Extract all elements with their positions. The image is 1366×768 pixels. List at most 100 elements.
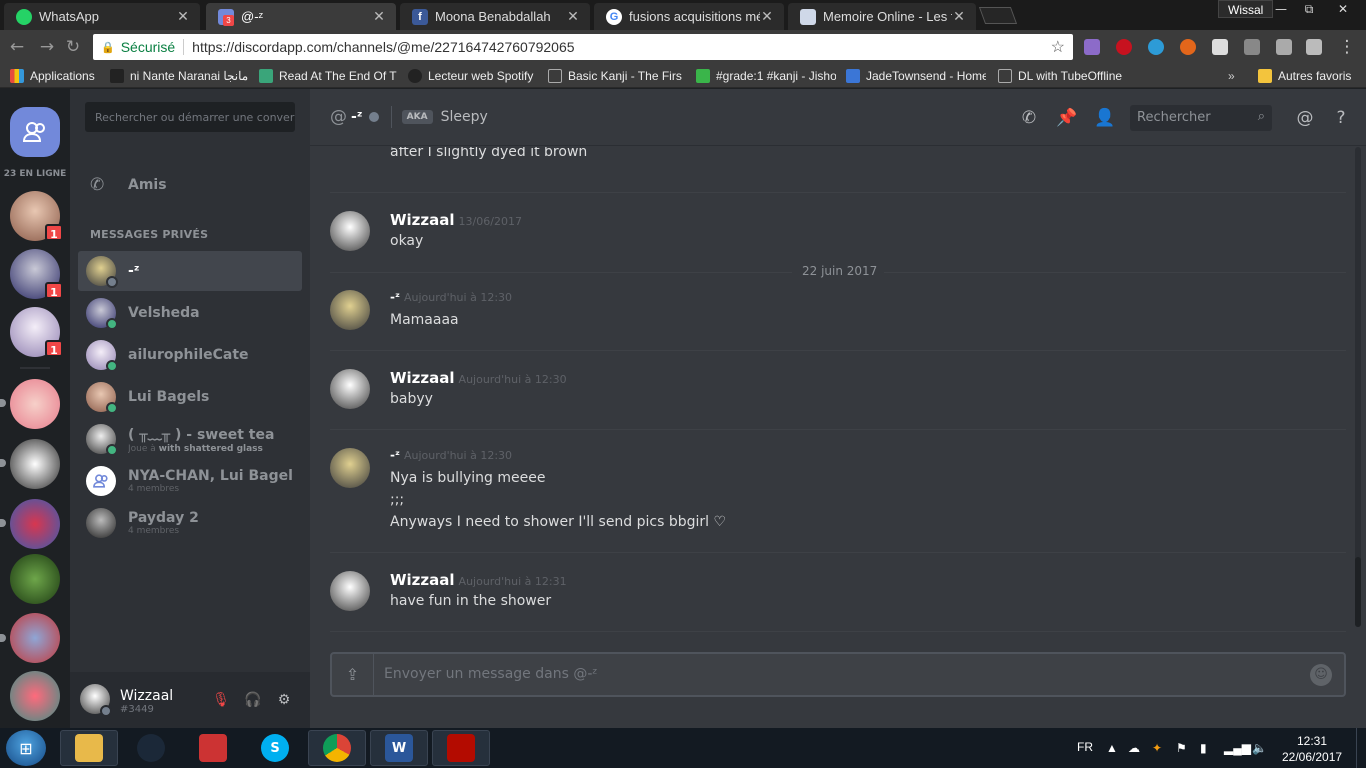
tab-whatsapp[interactable]: WhatsApp ✕ (4, 3, 200, 30)
dm-item-sweet-tea[interactable]: ( ╥﹏╥ ) - sweet tea Joue à with shattere… (78, 419, 302, 459)
close-icon[interactable]: ✕ (760, 8, 774, 25)
avatar[interactable] (330, 290, 370, 330)
home-button[interactable] (10, 107, 60, 157)
add-friend-icon[interactable]: 👤 (1094, 107, 1116, 129)
url-text[interactable]: https://discordapp.com/channels/@me/2271… (192, 39, 1050, 55)
menu-icon[interactable]: ⋮ (1336, 36, 1358, 58)
taskbar-chrome[interactable] (308, 730, 366, 766)
dm-item-group-nya-chan[interactable]: NYA-CHAN, Lui Bagels,... 4 membres (78, 461, 302, 501)
scrollbar-track[interactable] (1355, 147, 1361, 627)
message-input[interactable]: Envoyer un message dans @-ᶻ (384, 666, 598, 682)
battery-icon[interactable]: ▮ (1200, 741, 1207, 755)
more-bookmarks-button[interactable]: » (1228, 67, 1242, 85)
avatar[interactable] (330, 448, 370, 488)
onedrive-icon[interactable]: ☁ (1128, 741, 1140, 755)
forward-button[interactable]: → (36, 36, 58, 58)
bookmark-item[interactable]: Lecteur web Spotify (408, 67, 538, 85)
dm-item-velsheda[interactable]: Velsheda (78, 293, 302, 333)
volume-icon[interactable]: 🔈 (1252, 741, 1267, 755)
bookmark-item[interactable]: #grade:1 #kanji - Jisho (696, 67, 836, 85)
show-desktop-button[interactable] (1356, 728, 1366, 768)
extension-icon[interactable] (1306, 39, 1322, 55)
flag-icon[interactable]: ⚑ (1176, 741, 1187, 755)
extension-icon[interactable] (1148, 39, 1164, 55)
tab-memoire[interactable]: Memoire Online - Les fus ✕ (788, 3, 976, 30)
taskbar-acrobat[interactable] (432, 730, 490, 766)
server-icon[interactable] (10, 379, 60, 429)
avatar[interactable] (330, 211, 370, 251)
bookmark-item[interactable]: ni Nante Naranai مانجا (110, 67, 250, 85)
close-icon[interactable]: ✕ (176, 8, 190, 25)
show-hidden-icons[interactable]: ▲ (1106, 741, 1118, 755)
minimize-button[interactable]: — (1266, 0, 1296, 18)
bookmark-item[interactable]: Read At The End Of Th (259, 67, 397, 85)
friends-link[interactable]: ✆ Amis (90, 175, 167, 195)
message-author[interactable]: -ᶻ (390, 448, 400, 462)
message-composer[interactable]: ⇪ Envoyer un message dans @-ᶻ ☺ (330, 652, 1346, 697)
dm-item-payday-2[interactable]: Payday 2 4 membres (78, 503, 302, 543)
avatar[interactable] (330, 369, 370, 409)
chat-search-input[interactable]: Rechercher ⌕ (1130, 105, 1272, 131)
upload-icon[interactable]: ⇪ (332, 654, 374, 695)
dm-search-input[interactable]: Rechercher ou démarrer une conversa (85, 102, 295, 132)
close-icon[interactable]: ✕ (952, 8, 966, 25)
server-icon[interactable] (10, 554, 60, 604)
friends-icon (22, 122, 45, 142)
emoji-picker-icon[interactable]: ☺ (1310, 664, 1332, 686)
taskbar-popcorn-time[interactable] (184, 730, 242, 766)
back-button[interactable]: ← (6, 36, 28, 58)
headphones-icon[interactable]: 🎧 (244, 692, 262, 710)
network-icon[interactable]: ▂▄▆ (1224, 741, 1251, 755)
scrollbar-thumb[interactable] (1355, 557, 1361, 627)
message-author[interactable]: Wizzaal (390, 369, 455, 387)
tab-discord[interactable]: 3 @-ᶻ ✕ (206, 3, 396, 30)
message-author[interactable]: Wizzaal (390, 571, 455, 589)
extension-icon[interactable] (1212, 39, 1228, 55)
clock[interactable]: 12:31 22/06/2017 (1282, 733, 1342, 765)
taskbar-steam[interactable] (122, 730, 180, 766)
mute-microphone-icon[interactable]: 🎙 (212, 692, 230, 710)
taskbar-skype[interactable]: S (246, 730, 304, 766)
settings-gear-icon[interactable]: ⚙ (275, 692, 293, 710)
message-author[interactable]: -ᶻ (390, 290, 400, 304)
other-bookmarks[interactable]: Autres favoris (1258, 67, 1358, 85)
server-icon[interactable] (10, 499, 60, 549)
taskbar-word[interactable]: W (370, 730, 428, 766)
pin-icon[interactable]: 📌 (1056, 107, 1078, 129)
bookmark-item[interactable]: DL with TubeOffline (998, 67, 1128, 85)
new-tab-button[interactable] (978, 7, 1018, 24)
server-icon[interactable] (10, 613, 60, 663)
avatar[interactable] (330, 571, 370, 611)
dm-item-z[interactable]: -ᶻ (78, 251, 302, 291)
dm-item-ailurophilecate[interactable]: ailurophileCate (78, 335, 302, 375)
extension-icon[interactable] (1276, 39, 1292, 55)
tab-facebook[interactable]: f Moona Benabdallah ✕ (400, 3, 590, 30)
message-author[interactable]: Wizzaal (390, 211, 455, 229)
google-icon: G (606, 8, 622, 25)
close-icon[interactable]: ✕ (372, 8, 386, 25)
vlc-icon[interactable]: ✦ (1152, 741, 1162, 755)
server-icon[interactable] (10, 671, 60, 721)
restore-button[interactable]: ⧉ (1294, 0, 1324, 18)
language-indicator[interactable]: FR (1077, 740, 1093, 754)
address-bar[interactable]: 🔒 Sécurisé https://discordapp.com/channe… (93, 34, 1073, 60)
extension-icon[interactable] (1180, 39, 1196, 55)
help-icon[interactable]: ? (1330, 107, 1352, 129)
mention-icon[interactable]: @ (1294, 107, 1316, 129)
start-button[interactable]: ⊞ (6, 730, 46, 766)
dm-item-lui-bagels[interactable]: Lui Bagels (78, 377, 302, 417)
server-icon[interactable] (10, 439, 60, 489)
reload-button[interactable]: ↻ (62, 36, 84, 58)
bookmark-item[interactable]: Basic Kanji - The First (548, 67, 682, 85)
taskbar-file-explorer[interactable] (60, 730, 118, 766)
bookmark-apps[interactable]: Applications (10, 67, 104, 85)
extension-icon[interactable] (1084, 39, 1100, 55)
bookmark-item[interactable]: JadeTownsend - Home (846, 67, 986, 85)
bookmark-star-icon[interactable]: ☆ (1051, 37, 1065, 57)
close-icon[interactable]: ✕ (566, 8, 580, 25)
extension-icon[interactable] (1244, 39, 1260, 55)
adblock-icon[interactable] (1116, 39, 1132, 55)
phone-call-icon[interactable]: ✆ (1018, 107, 1040, 129)
close-window-button[interactable]: ✕ (1326, 0, 1360, 18)
tab-google[interactable]: G fusions acquisitions mém ✕ (594, 3, 784, 30)
